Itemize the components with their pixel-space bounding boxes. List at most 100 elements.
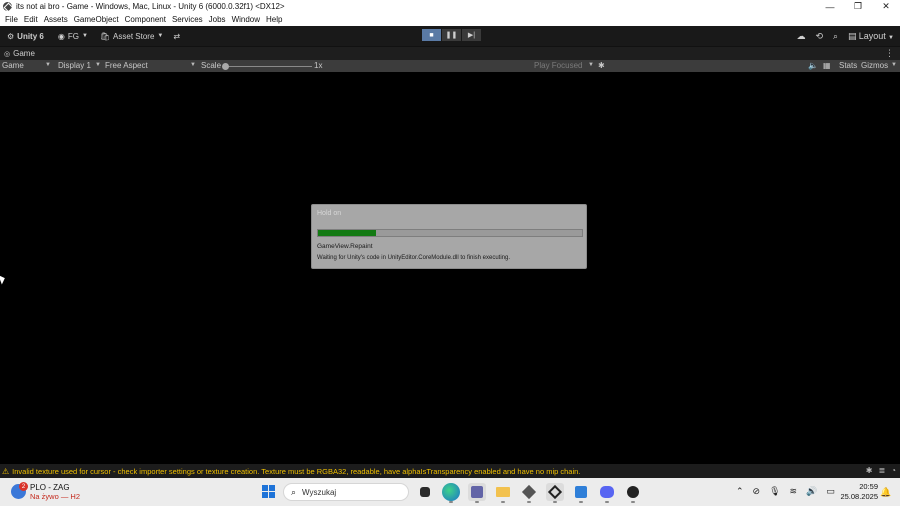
notification-badge: 2 (19, 482, 28, 491)
close-button[interactable]: ✕ (872, 0, 900, 13)
microphone-icon[interactable]: 🎙 (769, 486, 780, 497)
system-tray: ⌃ ⊘ 🎙 ≋ 🔊 ▭ (736, 486, 835, 497)
gamepad-icon: ◎ (4, 50, 11, 58)
clock-date: 25.08.2025 (840, 492, 878, 501)
unity-version-button[interactable]: ⚙ Unity 6 (3, 29, 48, 43)
unity-hub-icon[interactable] (520, 483, 538, 503)
aspect-dropdown[interactable]: Free Aspect (105, 61, 148, 70)
layout-icon: ▤ (848, 30, 857, 41)
teams-icon[interactable] (468, 483, 486, 503)
game-view-toolbar: Game ▼ Display 1 ▼ Free Aspect ▼ Scale 1… (0, 60, 900, 72)
search-icon[interactable]: ⌕ (833, 31, 838, 42)
history-icon[interactable]: ⟲ (815, 31, 823, 42)
bug-icon[interactable]: ✱ (598, 61, 605, 70)
play-focused-dropdown[interactable]: Play Focused (534, 61, 582, 70)
play-button[interactable]: ■ (422, 29, 441, 41)
window-title: its not ai bro - Game - Windows, Mac, Li… (16, 2, 285, 11)
layout-label: Layout (858, 30, 886, 41)
scale-value: 1x (314, 61, 323, 70)
shortcuts-icon[interactable]: ▦ (823, 61, 831, 70)
clock-time: 20:59 (859, 482, 878, 491)
progress-bar (317, 229, 583, 237)
stop-icon: ■ (429, 31, 434, 39)
gizmos-dropdown[interactable]: Gizmos (861, 61, 888, 70)
discord-icon[interactable] (598, 483, 616, 503)
more-options-icon[interactable]: ⋮ (885, 48, 894, 59)
asset-store-dropdown[interactable]: 🛍 Asset Store ▼ (96, 29, 167, 43)
chevron-down-icon: ▼ (95, 62, 101, 68)
menu-edit[interactable]: Edit (21, 15, 41, 24)
menu-component[interactable]: Component (122, 15, 169, 24)
chevron-up-icon[interactable]: ⌃ (736, 486, 744, 497)
unity-icon: ⚙ (7, 31, 15, 41)
minimize-button[interactable]: — (816, 0, 844, 13)
taskbar-search[interactable]: ⌕ Wyszukaj (283, 483, 409, 501)
menu-gameobject[interactable]: GameObject (71, 15, 122, 24)
menu-help[interactable]: Help (263, 15, 285, 24)
bug-report-icon[interactable]: ✱ (866, 466, 873, 475)
vpn-icon[interactable]: ⊘ (753, 486, 761, 497)
tab-game-label: Game (13, 49, 35, 58)
progress-bar-fill (318, 230, 377, 236)
unity-logo-icon (3, 2, 12, 11)
unity-version-label: Unity 6 (17, 31, 44, 41)
search-placeholder: Wyszukaj (302, 487, 337, 497)
version-control-button[interactable]: ⇄ (169, 29, 184, 43)
task-view-icon[interactable] (420, 487, 430, 497)
window-controls: — ❐ ✕ (816, 0, 900, 13)
title-bar: its not ai bro - Game - Windows, Mac, Li… (0, 0, 900, 13)
menu-file[interactable]: File (2, 15, 21, 24)
unity-editor-icon[interactable] (546, 483, 564, 503)
volume-icon[interactable]: 🔊 (806, 486, 817, 497)
status-icons: ✱ ≣ ◔ (866, 466, 896, 475)
search-icon: ⌕ (291, 486, 297, 497)
display-dropdown[interactable]: Display 1 (58, 61, 91, 70)
menu-assets[interactable]: Assets (41, 15, 71, 24)
menu-window[interactable]: Window (229, 15, 263, 24)
edge-browser-icon[interactable] (442, 483, 460, 503)
asset-store-label: Asset Store (113, 31, 155, 41)
battery-icon[interactable]: ▭ (826, 486, 835, 497)
hold-on-dialog: Hold on GameView.Repaint Waiting for Uni… (311, 204, 587, 269)
notification-title[interactable]: PLO - ZAG (30, 483, 70, 492)
dialog-title: Hold on (317, 210, 342, 217)
wifi-icon[interactable]: ≋ (790, 486, 798, 497)
menu-services[interactable]: Services (169, 15, 206, 24)
shopping-bag-icon: 🛍 (99, 31, 111, 41)
warning-icon: ⚠ (2, 466, 10, 476)
file-explorer-icon[interactable] (494, 483, 512, 503)
taskbar-apps (416, 483, 642, 503)
cloud-icon[interactable]: ☁ (796, 31, 805, 42)
mute-audio-icon[interactable]: 🔈 (808, 61, 818, 70)
notification-subtitle[interactable]: Na żywo — H2 (30, 492, 80, 501)
stats-button[interactable]: Stats (839, 61, 857, 70)
obs-icon[interactable] (624, 483, 642, 503)
taskbar-clock[interactable]: 20:59 25.08.2025 (838, 482, 878, 502)
cache-server-icon[interactable]: ≣ (878, 466, 885, 475)
tab-game[interactable]: ◎ Game (4, 49, 35, 58)
dialog-step: GameView.Repaint (317, 243, 373, 250)
game-mode-dropdown[interactable]: Game (2, 61, 24, 70)
chevron-down-icon: ▼ (157, 33, 164, 39)
notification-bell-icon[interactable]: 🔔 (880, 487, 891, 498)
start-button[interactable] (262, 485, 275, 498)
toolbar-right: ☁ ⟲ ⌕ ▤ Layout ▼ (796, 26, 894, 46)
pause-icon: ❚❚ (445, 32, 458, 39)
console-status-bar[interactable]: ⚠ Invalid texture used for cursor - chec… (0, 464, 900, 478)
step-button[interactable]: ▶| (462, 29, 481, 41)
tab-bar: ◎ Game ⋮ (0, 46, 900, 60)
chevron-down-icon: ▼ (45, 62, 51, 68)
scale-slider-handle[interactable] (222, 63, 229, 70)
branch-icon: ⇄ (173, 31, 181, 41)
account-dropdown[interactable]: ◉ FG ▼ (54, 29, 92, 43)
windows-logo-icon (262, 485, 268, 491)
pause-button[interactable]: ❚❚ (442, 29, 461, 41)
scale-slider-track[interactable] (226, 66, 312, 67)
menu-jobs[interactable]: Jobs (206, 15, 229, 24)
play-controls: ■ ❚❚ ▶| (422, 29, 481, 41)
chevron-down-icon: ▼ (588, 62, 594, 68)
layout-dropdown[interactable]: ▤ Layout ▼ (848, 31, 894, 42)
maximize-button[interactable]: ❐ (844, 0, 872, 13)
visual-studio-icon[interactable] (572, 483, 590, 503)
progress-spinner-icon[interactable]: ◔ (891, 466, 896, 475)
